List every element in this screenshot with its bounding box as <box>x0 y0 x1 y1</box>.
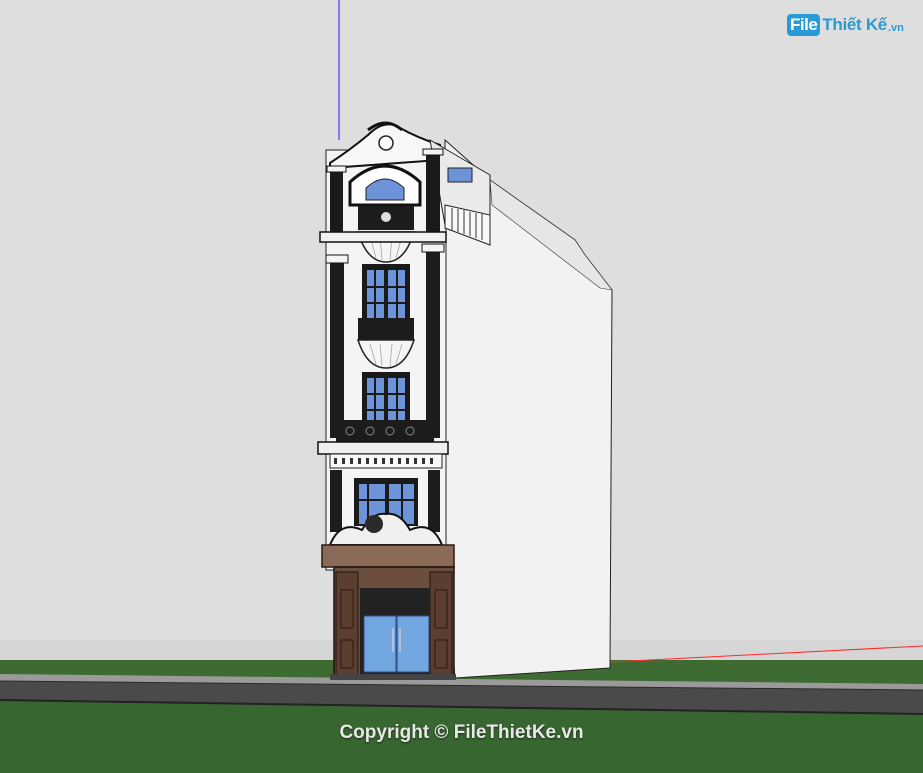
stone-portal-band <box>321 544 455 568</box>
floor3-capital-right <box>421 243 445 253</box>
cornice-upper <box>319 231 447 243</box>
building-3d-model-view <box>0 0 923 773</box>
floor1-column-right <box>428 470 440 532</box>
floor3-balcony-railing <box>358 318 414 340</box>
logo-rest-text: Thiết Kế <box>822 15 887 34</box>
top-railing-ornament <box>381 212 391 222</box>
roof-terrace-glass <box>447 167 473 183</box>
cornice-middle <box>317 441 449 455</box>
top-column-right-capital <box>422 148 444 156</box>
floor1-column-left <box>330 470 342 532</box>
watermark-logo: File Thiết Kế .vn <box>787 12 904 38</box>
top-column-left <box>330 170 343 232</box>
pediment-medallion <box>378 135 394 151</box>
floor3-capital-left <box>325 254 349 264</box>
cornice-middle-lower <box>329 453 443 469</box>
floor3-column-right <box>426 248 440 438</box>
floor3-column-left <box>330 258 344 438</box>
logo-tld-text: .vn <box>887 22 904 34</box>
entrance-door-left <box>363 615 397 673</box>
entrance-door-right <box>396 615 430 673</box>
top-column-left-capital <box>326 165 347 173</box>
top-column-right <box>426 152 440 232</box>
stone-pilaster-left <box>335 571 359 677</box>
logo-file-text: File <box>787 14 821 36</box>
floor2-balcony-railing <box>336 420 434 442</box>
stone-pilaster-right <box>429 571 453 677</box>
crest-ornament <box>365 515 383 533</box>
copyright-text: Copyright © FileThietKe.vn <box>339 722 584 743</box>
building-base <box>330 674 456 680</box>
